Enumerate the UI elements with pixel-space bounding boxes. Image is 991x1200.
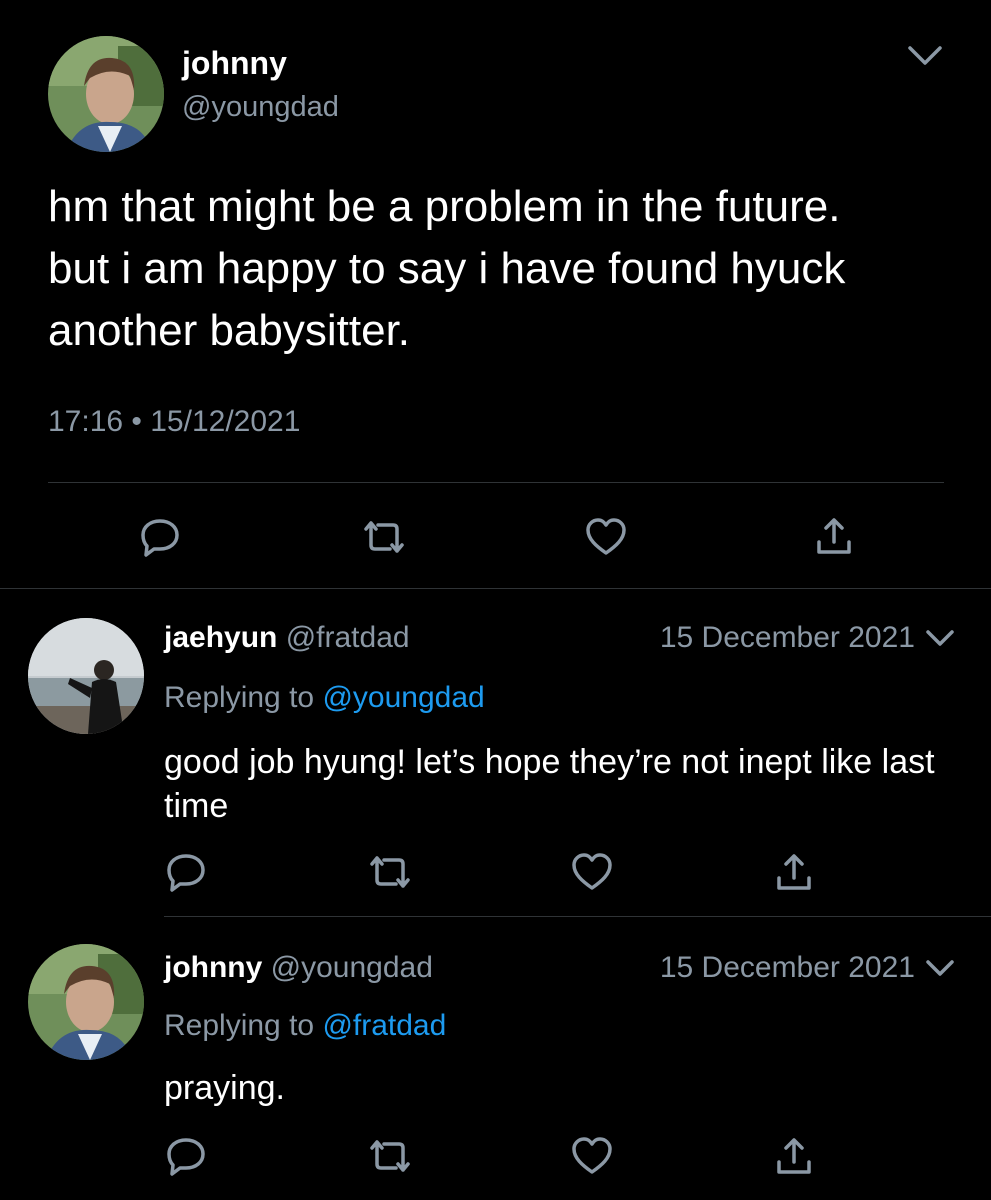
handle[interactable]: @youngdad [182, 90, 339, 124]
retweet-icon[interactable] [366, 852, 414, 892]
reply-text: praying. [164, 1069, 285, 1107]
replying-to-label: Replying to [164, 1009, 323, 1042]
reply-date[interactable]: 15 December 2021 [660, 950, 915, 986]
display-name[interactable]: jaehyun [164, 621, 277, 654]
display-name[interactable]: johnny [182, 44, 287, 82]
like-icon[interactable] [570, 1136, 614, 1176]
avatar[interactable] [48, 36, 164, 152]
reply-icon[interactable] [138, 515, 182, 559]
replying-to-handle[interactable]: @fratdad [322, 1009, 446, 1042]
share-icon[interactable] [814, 514, 854, 558]
tweet-text: hm that might be a problem in the future… [48, 182, 846, 355]
replying-to-label: Replying to [164, 681, 323, 714]
retweet-icon[interactable] [366, 1136, 414, 1176]
reply-text: good job hyung! let’s hope they’re not i… [164, 743, 935, 825]
divider [0, 588, 991, 589]
replying-to-handle[interactable]: @youngdad [322, 681, 484, 714]
chevron-down-icon[interactable] [924, 958, 956, 980]
chevron-down-icon[interactable] [924, 628, 956, 650]
avatar[interactable] [28, 944, 144, 1060]
divider [164, 916, 991, 917]
chevron-down-icon[interactable] [906, 44, 944, 68]
share-icon[interactable] [774, 1134, 814, 1178]
display-name[interactable]: johnny [164, 951, 262, 984]
reply-icon[interactable] [164, 850, 208, 894]
reply-header: johnny @youngdad [164, 950, 433, 986]
like-icon[interactable] [584, 517, 628, 557]
handle[interactable]: @fratdad [286, 621, 410, 654]
reply-header: jaehyun @fratdad [164, 620, 410, 656]
avatar[interactable] [28, 618, 144, 734]
replying-to: Replying to @youngdad [164, 680, 485, 716]
reply-date[interactable]: 15 December 2021 [660, 620, 915, 656]
reply-icon[interactable] [164, 1134, 208, 1178]
replying-to: Replying to @fratdad [164, 1008, 446, 1044]
like-icon[interactable] [570, 852, 614, 892]
divider [48, 482, 944, 483]
share-icon[interactable] [774, 850, 814, 894]
retweet-icon[interactable] [360, 517, 408, 557]
handle[interactable]: @youngdad [271, 951, 433, 984]
timestamp[interactable]: 17:16 • 15/12/2021 [48, 404, 300, 440]
